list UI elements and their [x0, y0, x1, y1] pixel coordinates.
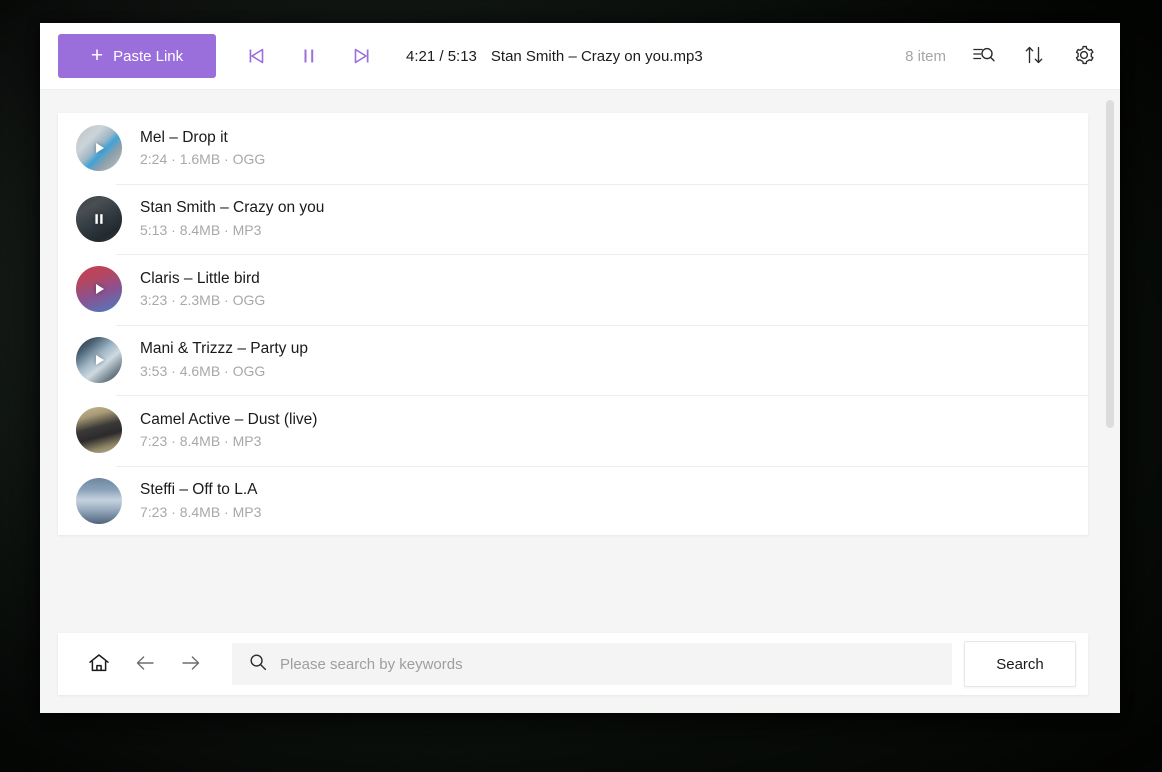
track-meta: Mel – Drop it 2:24 · 1.6MB · OGG [140, 129, 265, 168]
forward-arrow-icon [178, 650, 204, 679]
previous-track-button[interactable] [242, 41, 272, 71]
sort-icon [1023, 44, 1045, 69]
settings-button[interactable] [1070, 42, 1098, 70]
pause-icon [76, 196, 122, 242]
scrollbar-thumb[interactable] [1106, 100, 1114, 428]
now-playing-title: Stan Smith – Crazy on you.mp3 [490, 47, 703, 65]
track-meta: Claris – Little bird 3:23 · 2.3MB · OGG [140, 270, 265, 309]
gear-icon [1072, 43, 1096, 70]
track-title: Mel – Drop it [140, 128, 228, 146]
album-art [76, 195, 122, 242]
album-art [76, 336, 122, 383]
content-area: Mel – Drop it 2:24 · 1.6MB · OGG Stan Sm… [40, 90, 1120, 713]
app-window: + Paste Link 4:21 / 5:13 Stan Smith – Cr… [40, 23, 1120, 713]
back-button[interactable] [122, 641, 168, 687]
track-details: 5:13 · 8.4MB · MP3 [140, 221, 262, 238]
track-title: Stan Smith – Crazy on you [140, 199, 325, 217]
track-meta: Mani & Trizzz – Party up 3:53 · 4.6MB · … [140, 340, 308, 379]
toolbar: + Paste Link 4:21 / 5:13 Stan Smith – Cr… [40, 23, 1120, 90]
table-row[interactable]: Mani & Trizzz – Party up 3:53 · 4.6MB · … [58, 324, 1088, 396]
filter-search-icon [972, 44, 996, 69]
table-row[interactable]: Camel Active – Dust (live) 7:23 · 8.4MB … [58, 395, 1088, 466]
toolbar-right-group: 8 item [905, 42, 1098, 70]
track-title: Steffi – Off to L.A [140, 481, 258, 499]
next-track-icon [350, 46, 372, 66]
playback-time: 4:21 / 5:13 [406, 47, 477, 65]
track-details: 3:23 · 2.3MB · OGG [140, 292, 266, 309]
filter-search-button[interactable] [970, 42, 998, 70]
plus-icon: + [90, 43, 104, 67]
album-art [76, 125, 122, 172]
table-row[interactable]: Claris – Little bird 3:23 · 2.3MB · OGG [58, 254, 1088, 325]
previous-track-icon [246, 46, 268, 66]
next-track-button[interactable] [346, 41, 376, 71]
track-meta: Steffi – Off to L.A 7:23 · 8.4MB · MP3 [140, 481, 261, 520]
track-title: Mani & Trizzz – Party up [140, 340, 308, 358]
forward-button[interactable] [168, 641, 214, 687]
search-field[interactable] [232, 643, 952, 685]
track-title: Claris – Little bird [140, 269, 260, 287]
table-row[interactable]: Stan Smith – Crazy on you 5:13 · 8.4MB ·… [58, 183, 1088, 255]
home-icon [86, 650, 112, 679]
now-playing-info: 4:21 / 5:13 Stan Smith – Crazy on you.mp… [406, 48, 703, 65]
play-icon [76, 125, 122, 171]
search-input[interactable] [280, 643, 936, 685]
transport-controls [242, 41, 376, 71]
track-details: 7:23 · 8.4MB · MP3 [140, 503, 262, 520]
track-details: 7:23 · 8.4MB · MP3 [140, 433, 262, 450]
album-art [76, 407, 122, 454]
home-button[interactable] [76, 641, 122, 687]
back-arrow-icon [132, 650, 158, 679]
album-art [76, 266, 122, 313]
paste-link-label: Paste Link [113, 47, 184, 65]
track-details: 2:24 · 1.6MB · OGG [140, 151, 266, 168]
track-meta: Stan Smith – Crazy on you 5:13 · 8.4MB ·… [140, 199, 324, 238]
search-button[interactable]: Search [964, 641, 1076, 687]
play-icon [76, 337, 122, 383]
track-title: Camel Active – Dust (live) [140, 410, 318, 428]
table-row[interactable]: Steffi – Off to L.A 7:23 · 8.4MB · MP3 [58, 465, 1088, 536]
search-bar: Search [58, 633, 1088, 695]
sort-button[interactable] [1020, 42, 1048, 70]
track-details: 3:53 · 4.6MB · OGG [140, 362, 266, 379]
search-icon [248, 652, 268, 677]
pause-icon [300, 46, 318, 66]
track-list: Mel – Drop it 2:24 · 1.6MB · OGG Stan Sm… [58, 113, 1088, 535]
item-count-label: 8 item [905, 47, 946, 65]
paste-link-button[interactable]: + Paste Link [58, 34, 216, 78]
album-art [76, 477, 122, 524]
play-icon [76, 266, 122, 312]
play-pause-button[interactable] [294, 41, 324, 71]
track-meta: Camel Active – Dust (live) 7:23 · 8.4MB … [140, 411, 317, 450]
table-row[interactable]: Mel – Drop it 2:24 · 1.6MB · OGG [58, 113, 1088, 184]
scrollbar[interactable] [1106, 96, 1114, 707]
